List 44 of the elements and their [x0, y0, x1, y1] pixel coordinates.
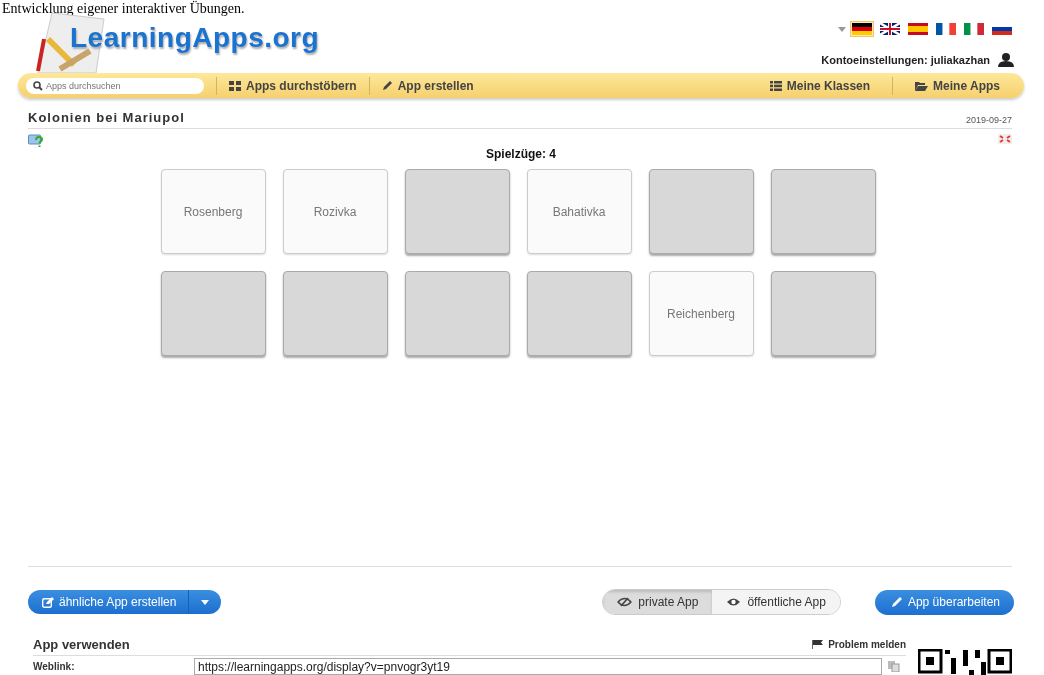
- memory-card[interactable]: Bahativka: [526, 169, 632, 254]
- visibility-toggle[interactable]: private App: [603, 590, 713, 614]
- qr-code-icon[interactable]: [918, 649, 1012, 675]
- nav-link[interactable]: App erstellen: [381, 78, 474, 93]
- memory-card[interactable]: Reichenberg: [648, 271, 754, 356]
- edit-icon: [42, 596, 54, 608]
- logo[interactable]: LearningApps.org: [70, 22, 320, 54]
- memory-card[interactable]: Rozivka: [282, 169, 388, 254]
- nav-link[interactable]: Meine Apps: [905, 78, 1010, 93]
- flag-icon: [812, 640, 824, 649]
- search-field[interactable]: Apps durchsuchen: [26, 77, 204, 94]
- eye-icon: [726, 597, 742, 607]
- app-date: 2019-09-27: [965, 115, 1012, 125]
- flag-icon[interactable]: [906, 21, 930, 37]
- list-icon: [769, 80, 782, 91]
- eye-slash-icon: [617, 597, 633, 607]
- grid-icon: [229, 80, 241, 91]
- similar-app-button[interactable]: ähnliche App erstellen: [28, 590, 222, 614]
- report-problem-link[interactable]: Problem melden: [812, 639, 906, 650]
- flag-icon[interactable]: [850, 21, 874, 37]
- pencil-icon: [890, 596, 903, 608]
- app-title: Kolonien bei Mariupol: [28, 110, 185, 125]
- folder-icon: [915, 80, 929, 91]
- search-icon: [33, 80, 43, 91]
- flag-icon[interactable]: [934, 21, 958, 37]
- help-icon[interactable]: [28, 134, 44, 148]
- account-settings-link[interactable]: Kontoeinstellungen: juliakazhan: [821, 54, 990, 66]
- flag-icon[interactable]: [878, 21, 902, 37]
- nav-link[interactable]: Apps durchstöbern: [229, 78, 357, 93]
- weblink-field[interactable]: https://learningapps.org/display?v=pnvogr3yt19: [194, 658, 882, 675]
- edit-app-button[interactable]: App überarbeiten: [874, 589, 1014, 615]
- memory-card[interactable]: Rosenberg: [160, 169, 266, 254]
- weblink-label: Weblink:: [33, 661, 76, 672]
- fullscreen-icon[interactable]: [998, 134, 1012, 144]
- visibility-toggle[interactable]: öffentliche App: [712, 590, 840, 614]
- user-icon[interactable]: [998, 53, 1014, 67]
- nav-link[interactable]: Meine Klassen: [759, 78, 881, 93]
- pencil-icon: [381, 80, 393, 91]
- moves-counter: Spielzüge: 4: [486, 147, 556, 161]
- caret-icon[interactable]: [838, 26, 846, 32]
- section-heading: App verwenden: [33, 637, 130, 652]
- page-caption: Entwicklung eigener interaktiver Übungen.: [1, 0, 245, 17]
- caret-icon[interactable]: [201, 599, 210, 605]
- copy-icon[interactable]: [888, 661, 900, 672]
